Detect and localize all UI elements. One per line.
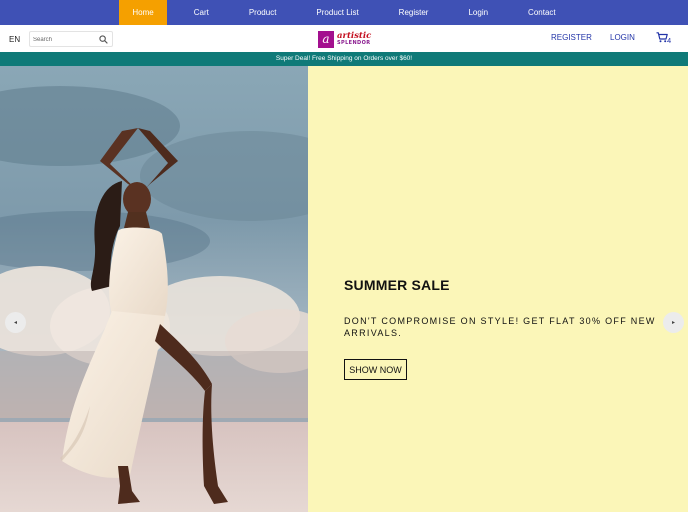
hero-slider: SUMMER SALE DON'T COMPROMISE ON STYLE! G… [0,66,688,512]
nav-item-cart[interactable]: Cart [181,0,222,25]
chevron-left-icon: ◂ [13,320,17,326]
nav-item-register[interactable]: Register [386,0,442,25]
nav-item-product-list[interactable]: Product List [303,0,371,25]
header-bar: EN a artistic SPLENDOR REGISTER LOGIN 4 [0,25,688,52]
brand-logo[interactable]: a artistic SPLENDOR [318,30,371,48]
hero-title: SUMMER SALE [344,277,450,293]
announcement-bar: Super Deal! Free Shipping on Orders over… [0,52,688,66]
nav-item-contact[interactable]: Contact [515,0,569,25]
search-icon[interactable] [99,35,108,44]
hero-photo-woman-dancing [0,66,308,512]
cart-count-badge: 4 [667,36,672,45]
nav-item-home[interactable]: Home [119,0,167,25]
register-link[interactable]: REGISTER [551,33,592,42]
chevron-right-icon: ▸ [671,320,675,326]
logo-text-line1: artistic [337,30,372,41]
logo-text: artistic SPLENDOR [337,32,371,47]
slider-prev-button[interactable]: ◂ [5,312,26,333]
show-now-button[interactable]: SHOW NOW [344,359,407,380]
logo-text-line2: SPLENDOR [337,40,371,47]
search-input[interactable] [33,34,93,45]
slider-next-button[interactable]: ▸ [663,312,684,333]
logo-mark: a [318,30,334,48]
language-selector[interactable]: EN [9,35,20,44]
login-link[interactable]: LOGIN [610,33,635,42]
cart-button[interactable]: 4 [656,31,674,45]
nav-item-login[interactable]: Login [455,0,501,25]
search-box [29,31,113,47]
hero-content-panel: SUMMER SALE DON'T COMPROMISE ON STYLE! G… [308,66,688,512]
nav-item-product[interactable]: Product [236,0,290,25]
hero-description: DON'T COMPROMISE ON STYLE! GET FLAT 30% … [344,316,656,338]
top-nav: Home Cart Product Product List Register … [0,0,688,25]
hero-image [0,66,308,512]
